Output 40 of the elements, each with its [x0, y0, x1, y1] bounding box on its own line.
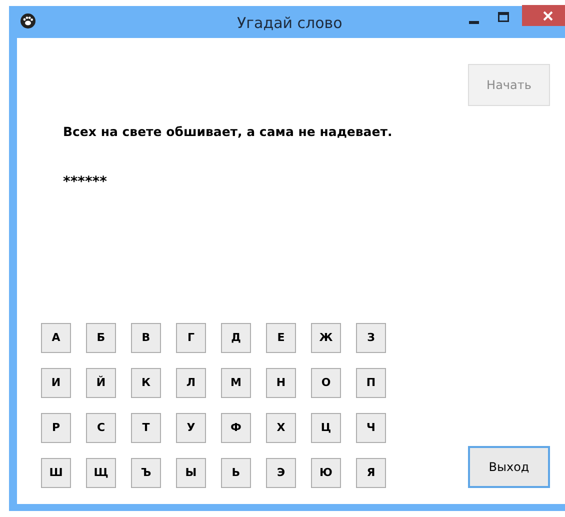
letter-button[interactable]: У [176, 413, 206, 443]
letter-button[interactable]: Ь [221, 458, 251, 488]
letter-button[interactable]: М [221, 368, 251, 398]
close-button[interactable] [522, 5, 565, 26]
letter-button[interactable]: Э [266, 458, 296, 488]
letter-button[interactable]: Я [356, 458, 386, 488]
letter-button[interactable]: Р [41, 413, 71, 443]
letter-button[interactable]: Б [86, 323, 116, 353]
letter-button[interactable]: Ж [311, 323, 341, 353]
letter-button[interactable]: З [356, 323, 386, 353]
letter-button[interactable]: Щ [86, 458, 116, 488]
letter-button[interactable]: Л [176, 368, 206, 398]
letter-button[interactable]: Ч [356, 413, 386, 443]
letter-button[interactable]: Й [86, 368, 116, 398]
close-icon [542, 10, 552, 20]
letter-button[interactable]: Г [176, 323, 206, 353]
letter-button[interactable]: Ц [311, 413, 341, 443]
letter-button[interactable]: Ш [41, 458, 71, 488]
letter-button[interactable]: Ъ [131, 458, 161, 488]
paw-icon [20, 13, 36, 29]
letter-button[interactable]: Н [266, 368, 296, 398]
letter-button[interactable]: Д [221, 323, 251, 353]
letter-button[interactable]: Т [131, 413, 161, 443]
letter-button[interactable]: А [41, 323, 71, 353]
letter-button[interactable]: Е [266, 323, 296, 353]
letter-button[interactable]: Х [266, 413, 296, 443]
letter-button[interactable]: П [356, 368, 386, 398]
letter-button[interactable]: В [131, 323, 161, 353]
masked-word: ****** [63, 173, 107, 192]
exit-button[interactable]: Выход [468, 446, 550, 488]
maximize-icon[interactable] [498, 12, 509, 22]
riddle-text: Всех на свете обшивает, а сама не надевает. [63, 123, 392, 141]
letter-button[interactable]: С [86, 413, 116, 443]
letter-button[interactable]: Ы [176, 458, 206, 488]
letter-button[interactable]: Ф [221, 413, 251, 443]
window-title: Угадай слово [237, 13, 342, 34]
letter-button[interactable]: О [311, 368, 341, 398]
letter-button[interactable]: И [41, 368, 71, 398]
letter-button[interactable]: К [131, 368, 161, 398]
letter-button[interactable]: Ю [311, 458, 341, 488]
